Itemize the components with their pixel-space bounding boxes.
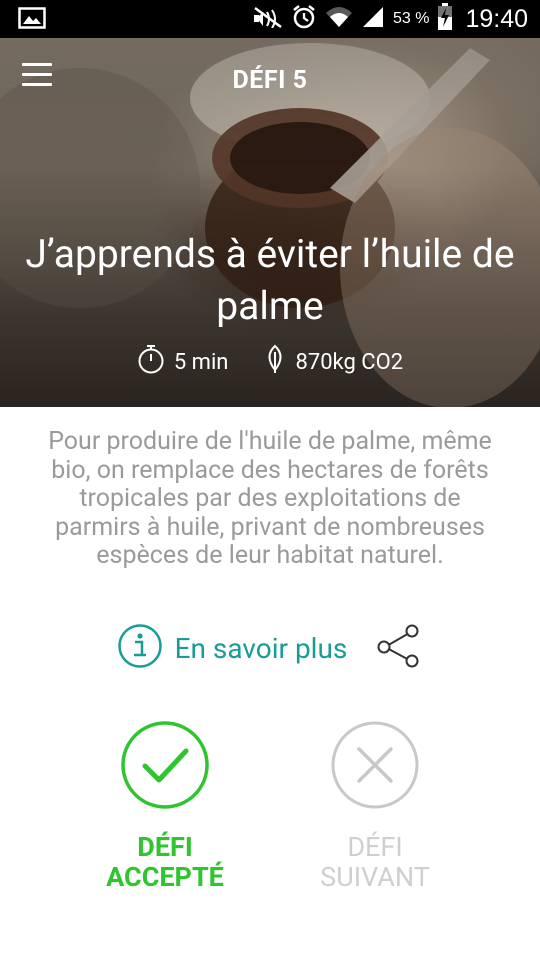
- clock-time: 19:40: [465, 4, 528, 33]
- leaf-icon: [264, 344, 286, 380]
- image-icon: [18, 7, 46, 33]
- links-row: En savoir plus: [0, 624, 540, 672]
- challenge-meta: 5 min 870kg CO2: [0, 344, 540, 380]
- challenge-number: DÉFI 5: [232, 66, 308, 95]
- info-icon: [117, 623, 163, 673]
- accept-challenge-button[interactable]: DÉFI ACCEPTÉ: [95, 720, 235, 892]
- signal-icon: [361, 5, 385, 33]
- duration-value: 5 min: [173, 349, 229, 375]
- stopwatch-icon: [137, 344, 165, 380]
- close-icon: [305, 720, 445, 810]
- next-challenge-button[interactable]: DÉFI SUIVANT: [305, 720, 445, 892]
- accept-challenge-label: DÉFI ACCEPTÉ: [106, 831, 224, 893]
- checkmark-icon: [95, 720, 235, 810]
- challenge-title: J’apprends à éviter l’huile de palme: [25, 231, 515, 329]
- co2-info: 870kg CO2: [264, 344, 403, 380]
- alarm-icon: [291, 4, 317, 34]
- challenge-hero: DÉFI 5 J’apprends à éviter l’huile de pa…: [0, 38, 540, 407]
- next-challenge-label: DÉFI SUIVANT: [320, 831, 430, 893]
- wifi-icon: [325, 5, 353, 33]
- status-bar: 53 % 19:40: [0, 0, 540, 38]
- co2-value: 870kg CO2: [295, 349, 404, 375]
- mute-icon: [253, 6, 283, 32]
- duration-info: 5 min: [137, 344, 229, 380]
- battery-percent: 53 %: [392, 10, 430, 27]
- share-button[interactable]: [375, 623, 423, 673]
- battery-charging-icon: [437, 3, 453, 35]
- learn-more-label: En savoir plus: [174, 631, 348, 665]
- challenge-actions: DÉFI ACCEPTÉ DÉFI SUIVANT: [0, 720, 540, 900]
- share-icon: [375, 623, 423, 673]
- challenge-description: Pour produire de l'huile de palme, même …: [48, 427, 492, 570]
- learn-more-link[interactable]: En savoir plus: [117, 623, 348, 673]
